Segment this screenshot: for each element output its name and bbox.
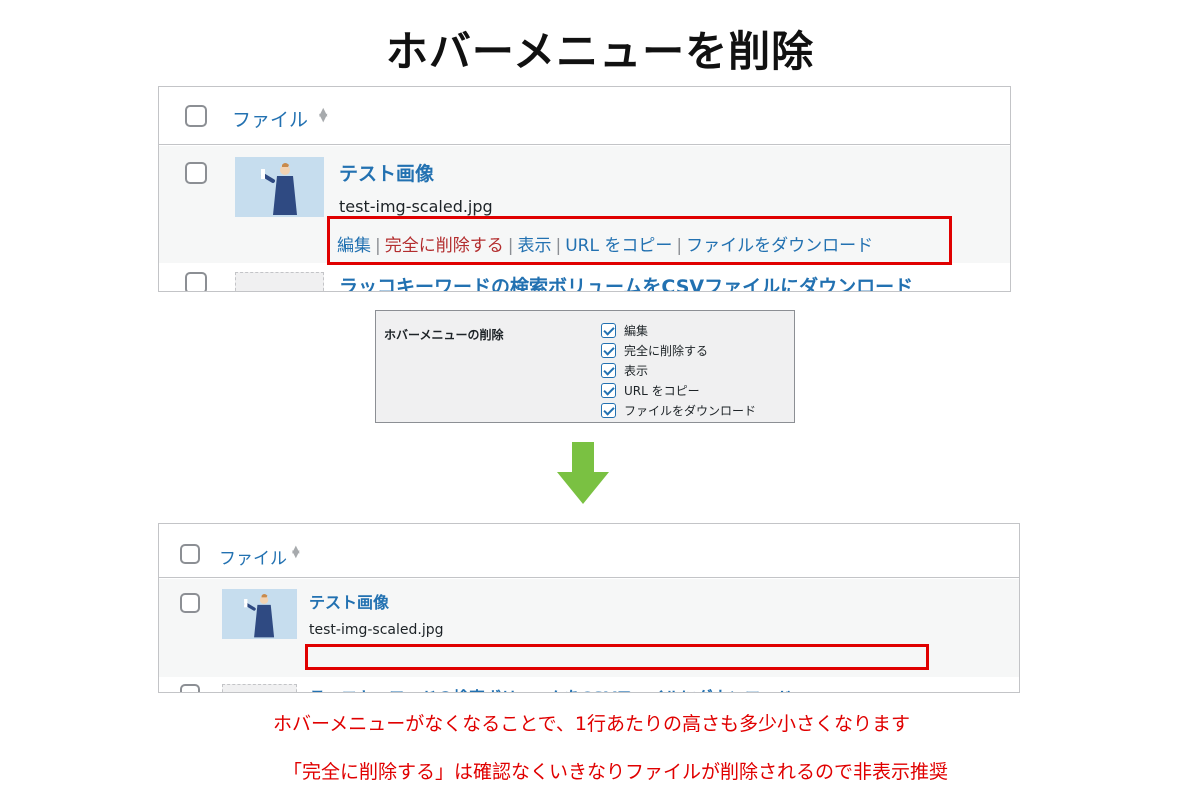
thumbnail-image[interactable] bbox=[235, 157, 324, 217]
option-view[interactable]: 表示 bbox=[601, 360, 756, 380]
option-download-file[interactable]: ファイルをダウンロード bbox=[601, 400, 756, 420]
row-checkbox[interactable] bbox=[180, 593, 200, 613]
option-delete-permanently[interactable]: 完全に削除する bbox=[601, 340, 756, 360]
settings-label: ホバーメニューの削除 bbox=[384, 328, 504, 342]
note-delete-warning: 「完全に削除する」は確認なくいきなりファイルが削除されるので非表示推奨 bbox=[283, 761, 949, 783]
arrow-down-icon-head bbox=[557, 472, 609, 504]
hover-menu-settings: ホバーメニューの削除 編集 完全に削除する 表示 URL をコピー ファイルをダ… bbox=[375, 310, 795, 423]
highlight-box-empty-actions bbox=[305, 644, 929, 670]
note-row-height: ホバーメニューがなくなることで、1行あたりの高さも多少小さくなります bbox=[273, 713, 911, 735]
checkbox-checked-icon[interactable] bbox=[601, 362, 616, 378]
option-label: 表示 bbox=[624, 363, 649, 378]
select-all-checkbox[interactable] bbox=[180, 544, 200, 564]
sort-icon[interactable]: ▲ ▼ bbox=[319, 106, 327, 123]
checkbox-checked-icon[interactable] bbox=[601, 322, 616, 338]
table-row: ラッコキーワードの検索ボリュームをCSVファイルにダウンロード bbox=[159, 678, 1019, 692]
column-header-file[interactable]: ファイル bbox=[219, 544, 287, 569]
page-title: ホバーメニューを削除 bbox=[385, 27, 815, 76]
arrow-down-icon bbox=[572, 442, 594, 474]
file-title-link[interactable]: テスト画像 bbox=[339, 159, 434, 186]
list-header: ファイル ▲ ▼ bbox=[159, 87, 1010, 145]
list-header: ファイル ▲ ▼ bbox=[159, 524, 1019, 578]
checkbox-checked-icon[interactable] bbox=[601, 402, 616, 418]
row-checkbox[interactable] bbox=[185, 162, 207, 184]
column-header-file[interactable]: ファイル bbox=[232, 105, 308, 132]
checkbox-checked-icon[interactable] bbox=[601, 342, 616, 358]
table-row: ラッコキーワードの検索ボリュームをCSVファイルにダウンロード bbox=[159, 264, 1010, 291]
thumbnail-image[interactable] bbox=[235, 272, 324, 291]
file-name: test-img-scaled.jpg bbox=[309, 622, 444, 638]
option-label: 編集 bbox=[624, 323, 649, 338]
file-title-link[interactable]: ラッコキーワードの検索ボリュームをCSVファイルにダウンロード bbox=[309, 684, 792, 692]
option-label: URL をコピー bbox=[624, 383, 700, 398]
checkbox-checked-icon[interactable] bbox=[601, 382, 616, 398]
thumbnail-image[interactable] bbox=[222, 684, 297, 692]
settings-options-list: 編集 完全に削除する 表示 URL をコピー ファイルをダウンロード bbox=[601, 320, 756, 420]
option-edit[interactable]: 編集 bbox=[601, 320, 756, 340]
highlight-box-row-actions bbox=[327, 216, 952, 265]
file-name: test-img-scaled.jpg bbox=[339, 197, 493, 216]
option-copy-url[interactable]: URL をコピー bbox=[601, 380, 756, 400]
thumbnail-image[interactable] bbox=[222, 589, 297, 639]
file-title-link[interactable]: ラッコキーワードの検索ボリュームをCSVファイルにダウンロード bbox=[339, 272, 913, 291]
option-label: 完全に削除する bbox=[624, 343, 709, 358]
row-checkbox[interactable] bbox=[180, 684, 200, 692]
option-label: ファイルをダウンロード bbox=[624, 403, 757, 418]
row-checkbox[interactable] bbox=[185, 272, 207, 291]
select-all-checkbox[interactable] bbox=[185, 105, 207, 127]
file-title-link[interactable]: テスト画像 bbox=[309, 589, 389, 613]
sort-icon[interactable]: ▲ ▼ bbox=[292, 545, 300, 560]
